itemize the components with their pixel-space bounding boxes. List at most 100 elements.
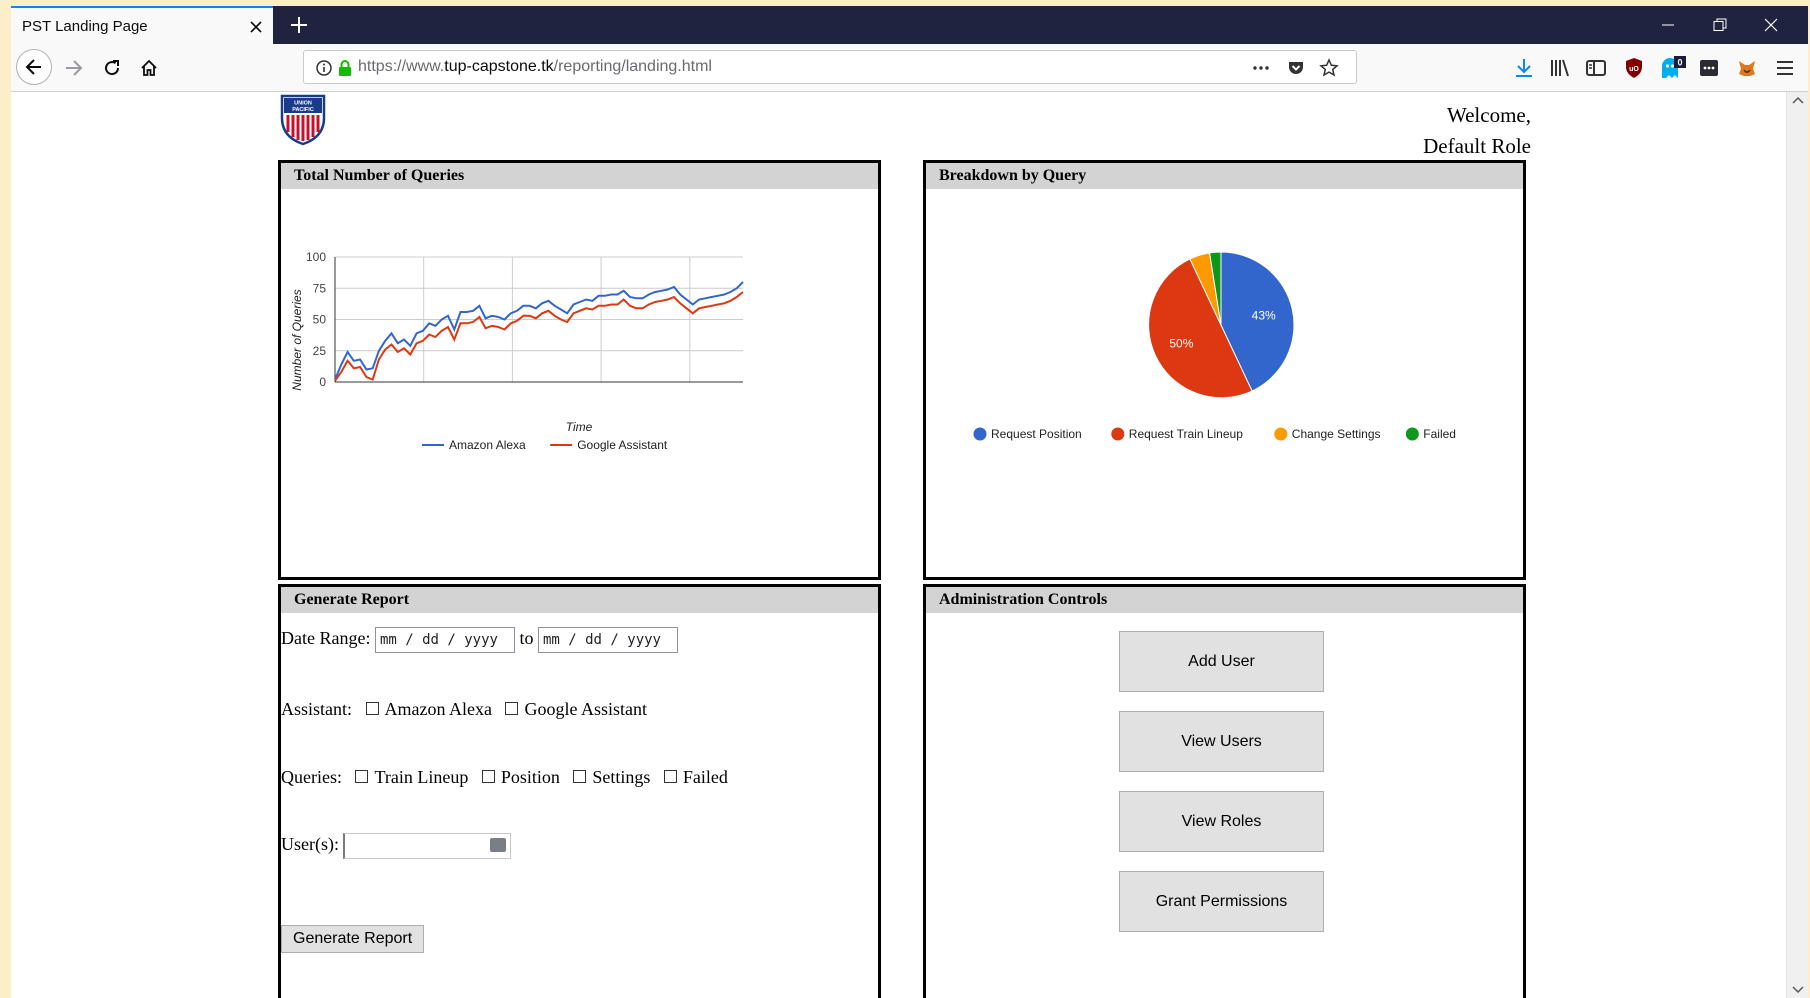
train-lineup-checkbox[interactable] [355, 770, 369, 783]
svg-text:UNION: UNION [294, 101, 312, 107]
lock-icon[interactable] [335, 58, 355, 78]
welcome-greeting: Welcome, [1446, 103, 1531, 127]
alexa-checkbox[interactable] [365, 702, 379, 715]
add-user-button[interactable]: Add User [1119, 631, 1324, 692]
date-range-row: Date Range: mm / dd / yyyy to mm / dd / … [281, 627, 678, 653]
url-host: tup-capstone.tk [444, 58, 554, 75]
legend-swatch [1111, 427, 1125, 441]
ublock-shield-icon[interactable]: uO [1622, 56, 1646, 80]
extension-badge-count: 0 [1677, 58, 1682, 68]
svg-text:uO: uO [1629, 66, 1639, 73]
pie-data-label: 50% [1169, 337, 1193, 351]
downloads-icon[interactable] [1512, 56, 1536, 80]
generate-report-panel: Generate Report Date Range: mm / dd / yy… [278, 584, 881, 998]
hamburger-menu-icon[interactable] [1773, 56, 1797, 80]
y-axis-label: Number of Queries [290, 289, 304, 390]
vertical-scrollbar[interactable] [1786, 92, 1808, 998]
breakdown-pie-chart: 43% 50% Request Position Request Train Lin… [973, 251, 1456, 441]
users-row: User(s): [281, 833, 512, 859]
generate-report-button[interactable]: Generate Report [281, 925, 425, 953]
total-queries-panel: Total Number of Queries 0 25 50 75 100 Numbe… [278, 160, 881, 580]
y-tick-label: 25 [313, 344, 327, 358]
url-text[interactable]: https://www.tup-capstone.tk/reporting/la… [358, 58, 712, 76]
train-lineup-checkbox-label: Train Lineup [374, 767, 469, 787]
breakdown-panel: Breakdown by Query 43% 50% Request Positi… [923, 160, 1526, 580]
minimize-icon[interactable] [1645, 12, 1691, 38]
reload-icon[interactable] [97, 53, 127, 83]
union-pacific-logo: UNION PACIFIC [279, 94, 327, 146]
failed-checkbox[interactable] [663, 770, 677, 783]
y-tick-label: 100 [306, 250, 326, 264]
end-date-input[interactable]: mm / dd / yyyy [537, 627, 678, 653]
administration-panel: Administration Controls Add User View Us… [923, 584, 1526, 998]
y-tick-label: 0 [319, 375, 326, 389]
restore-icon[interactable] [1697, 12, 1743, 38]
date-range-label: Date Range: [281, 628, 371, 649]
address-bar[interactable]: https://www.tup-capstone.tk/reporting/la… [303, 50, 1357, 84]
library-icon[interactable] [1548, 56, 1572, 80]
sidebar-icon[interactable] [1584, 56, 1608, 80]
view-roles-button[interactable]: View Roles [1119, 791, 1324, 852]
legend-swatch [1405, 427, 1419, 441]
queries-label: Queries: [281, 767, 342, 787]
position-checkbox-label: Position [500, 767, 560, 787]
assistant-row: Assistant: Amazon Alexa Google Assistant [281, 699, 647, 720]
svg-text:PACIFIC: PACIFIC [292, 107, 314, 113]
view-users-button[interactable]: View Users [1119, 711, 1324, 772]
scroll-down-icon[interactable] [1788, 982, 1808, 996]
password-manager-icon[interactable] [490, 838, 507, 852]
close-tab-icon[interactable] [246, 17, 266, 37]
page-actions-icon[interactable] [1251, 58, 1271, 78]
start-date-input[interactable]: mm / dd / yyyy [374, 627, 515, 653]
legend-swatch [973, 427, 987, 441]
position-checkbox[interactable] [481, 770, 495, 783]
new-tab-icon[interactable] [288, 14, 310, 36]
title-bar: PST Landing Page [11, 6, 1808, 44]
legend-label: Failed [1423, 427, 1456, 441]
forward-icon[interactable] [59, 53, 89, 83]
tab-title: PST Landing Page [22, 18, 148, 35]
legend-label: Request Train Lineup [1129, 427, 1243, 441]
home-icon[interactable] [134, 53, 164, 83]
navigation-bar: https://www.tup-capstone.tk/reporting/la… [11, 44, 1808, 92]
google-assistant-checkbox-label: Google Assistant [524, 699, 647, 719]
users-input[interactable] [343, 833, 512, 859]
panel-title: Breakdown by Query [926, 163, 1523, 189]
page-content: UNION PACIFIC Welcome, Default Role Tota… [11, 92, 1786, 998]
browser-tab[interactable]: PST Landing Page [11, 6, 273, 44]
assistant-label: Assistant: [281, 699, 353, 719]
overflow-extension-icon[interactable] [1697, 56, 1721, 80]
browser-window: PST Landing Page https://www.tup-capston… [11, 6, 1808, 998]
metamask-fox-icon[interactable] [1735, 56, 1759, 80]
grant-permissions-button[interactable]: Grant Permissions [1119, 871, 1324, 932]
queries-row: Queries: Train Lineup Position Settings … [281, 767, 728, 788]
ghostery-icon[interactable]: 0 [1659, 56, 1686, 80]
users-label: User(s): [281, 834, 339, 855]
legend-label: Google Assistant [577, 438, 668, 452]
y-tick-label: 75 [313, 281, 327, 295]
failed-checkbox-label: Failed [682, 767, 728, 787]
alexa-checkbox-label: Amazon Alexa [384, 699, 492, 719]
info-icon[interactable] [314, 58, 334, 78]
settings-checkbox[interactable] [573, 770, 587, 783]
welcome-message: Welcome, Default Role [1311, 100, 1531, 162]
pie-data-label: 43% [1252, 308, 1276, 322]
bookmark-star-icon[interactable] [1319, 58, 1339, 78]
pocket-icon[interactable] [1286, 58, 1306, 78]
back-icon[interactable] [16, 49, 52, 85]
legend-label: Change Settings [1292, 427, 1381, 441]
settings-checkbox-label: Settings [592, 767, 651, 787]
panel-title: Administration Controls [926, 587, 1523, 613]
panel-title: Generate Report [281, 587, 878, 613]
panel-title: Total Number of Queries [281, 163, 878, 189]
user-role: Default Role [1423, 134, 1531, 158]
legend-label: Request Position [991, 427, 1082, 441]
url-path: /reporting/landing.html [553, 58, 712, 75]
legend-label: Amazon Alexa [449, 438, 526, 452]
url-scheme: https://www. [358, 58, 445, 75]
y-tick-label: 50 [313, 313, 327, 327]
google-assistant-checkbox[interactable] [505, 702, 519, 715]
scroll-up-icon[interactable] [1788, 94, 1808, 108]
close-window-icon[interactable] [1748, 12, 1794, 38]
x-axis-label: Time [566, 420, 593, 434]
